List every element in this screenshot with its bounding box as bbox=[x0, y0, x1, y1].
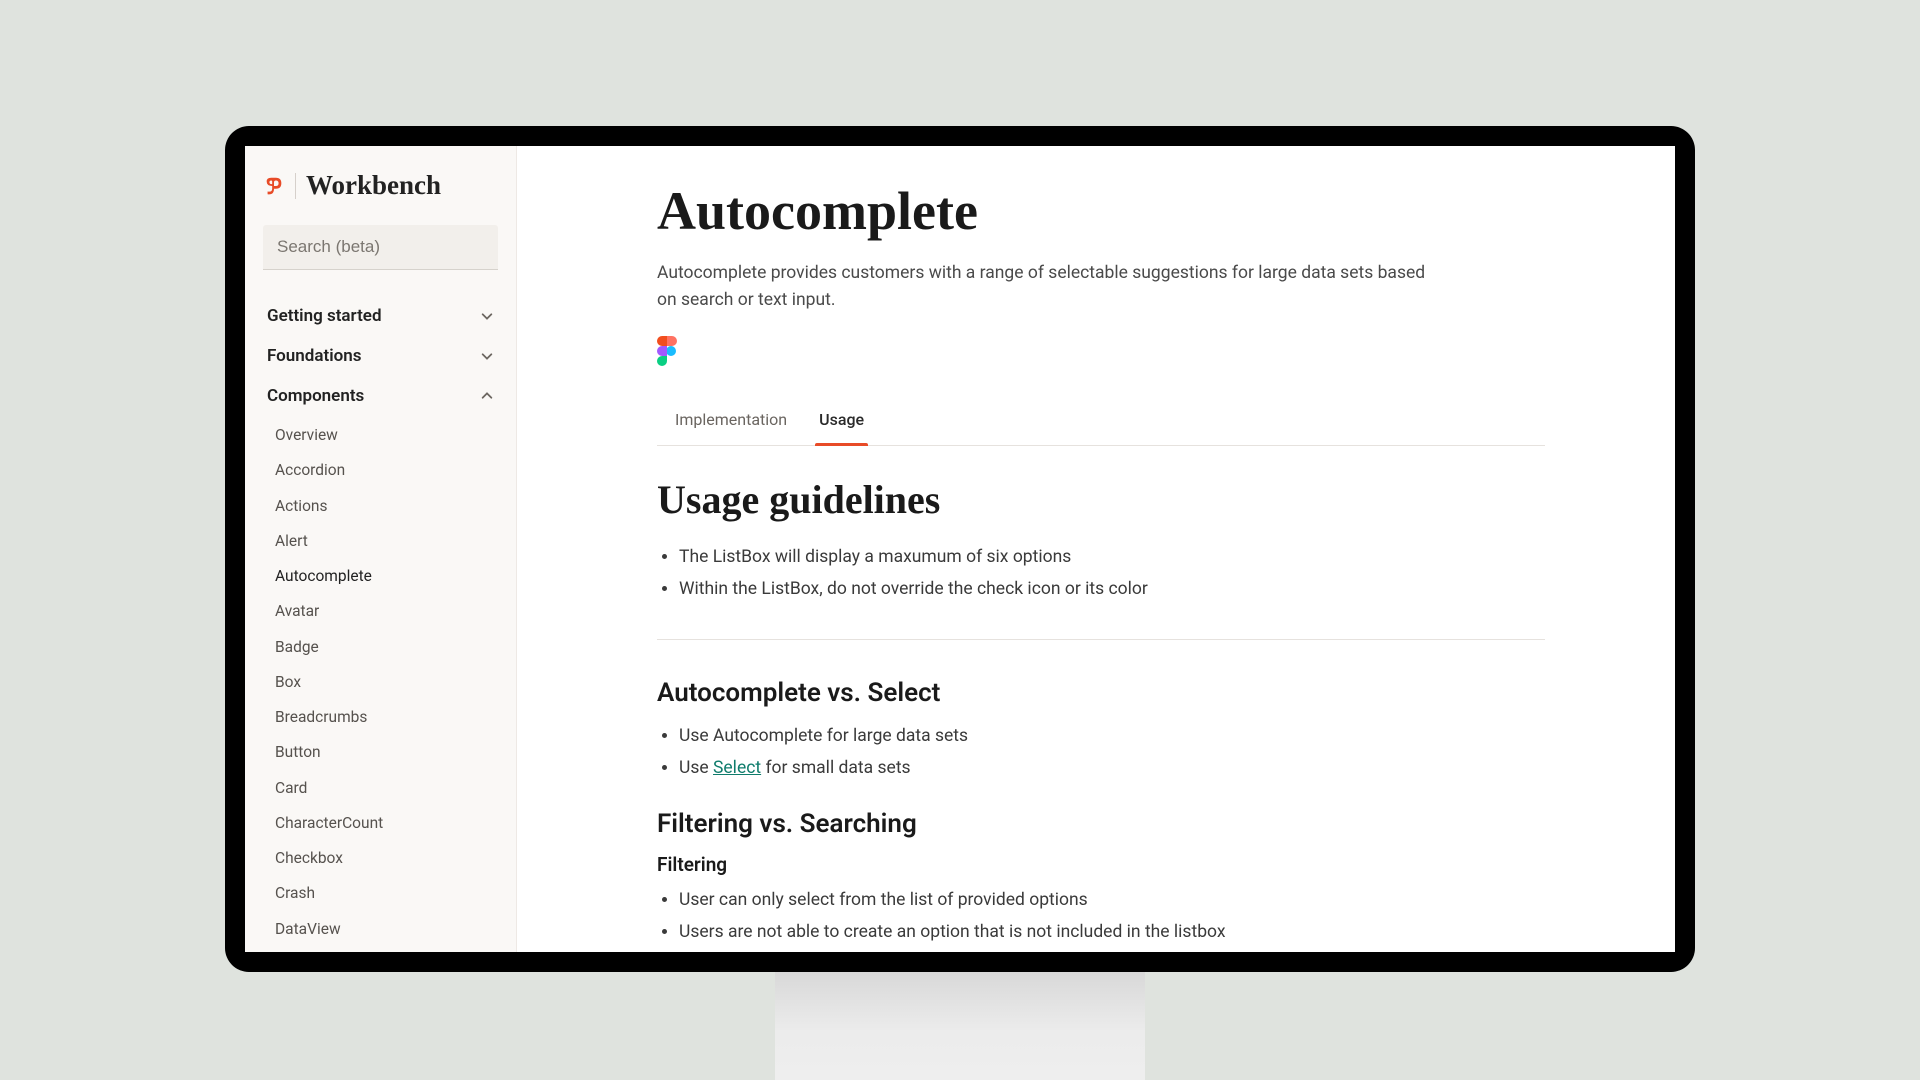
figma-link[interactable] bbox=[657, 336, 677, 370]
chevron-up-icon bbox=[480, 389, 494, 403]
sidebar: Workbench Getting started Foundations bbox=[245, 146, 517, 952]
page-description: Autocomplete provides customers with a r… bbox=[657, 260, 1447, 314]
divider bbox=[657, 639, 1545, 640]
vs-select-heading: Autocomplete vs. Select bbox=[657, 678, 1545, 708]
usage-guidelines-heading: Usage guidelines bbox=[657, 476, 1545, 523]
sidebar-item-accordion[interactable]: Accordion bbox=[245, 453, 516, 488]
monitor-frame: Workbench Getting started Foundations bbox=[225, 126, 1695, 972]
tab-implementation[interactable]: Implementation bbox=[675, 410, 787, 445]
filtering-subheading: Filtering bbox=[657, 853, 1545, 876]
brand[interactable]: Workbench bbox=[245, 170, 516, 225]
main-content: Autocomplete Autocomplete provides custo… bbox=[517, 146, 1675, 952]
nav-section-getting-started[interactable]: Getting started bbox=[245, 296, 516, 336]
monitor-stand bbox=[775, 972, 1145, 1080]
text: for small data sets bbox=[761, 758, 910, 778]
guidelines-list: The ListBox will display a maxumum of si… bbox=[657, 543, 1545, 605]
filter-search-heading: Filtering vs. Searching bbox=[657, 809, 1545, 839]
chevron-down-icon bbox=[480, 349, 494, 363]
screen: Workbench Getting started Foundations bbox=[245, 146, 1675, 952]
sidebar-item-badge[interactable]: Badge bbox=[245, 630, 516, 665]
list-item: Users are not able to create an option t… bbox=[679, 918, 1545, 948]
search-input[interactable] bbox=[263, 225, 498, 270]
sidebar-item-card[interactable]: Card bbox=[245, 771, 516, 806]
sidebar-item-actions[interactable]: Actions bbox=[245, 489, 516, 524]
brand-name: Workbench bbox=[306, 170, 441, 201]
sidebar-item-autocomplete[interactable]: Autocomplete bbox=[245, 559, 516, 594]
list-item: Use Select for small data sets bbox=[679, 754, 1545, 784]
vs-select-list: Use Autocomplete for large data sets Use… bbox=[657, 722, 1545, 784]
sidebar-item-dataview[interactable]: DataView bbox=[245, 912, 516, 947]
chevron-down-icon bbox=[480, 309, 494, 323]
nav-section-foundations[interactable]: Foundations bbox=[245, 336, 516, 376]
figma-icon bbox=[657, 351, 677, 370]
select-link[interactable]: Select bbox=[713, 758, 761, 778]
sidebar-item-avatar[interactable]: Avatar bbox=[245, 594, 516, 629]
nav-section-label: Getting started bbox=[267, 306, 382, 326]
tab-usage[interactable]: Usage bbox=[819, 410, 864, 445]
sidebar-nav: Getting started Foundations Components bbox=[245, 282, 516, 947]
sidebar-item-overview[interactable]: Overview bbox=[245, 418, 516, 453]
sidebar-item-breadcrumbs[interactable]: Breadcrumbs bbox=[245, 700, 516, 735]
brand-separator bbox=[295, 173, 296, 199]
filtering-list: User can only select from the list of pr… bbox=[657, 886, 1545, 948]
sidebar-item-button[interactable]: Button bbox=[245, 735, 516, 770]
list-item: Within the ListBox, do not override the … bbox=[679, 575, 1545, 605]
sidebar-item-charactercount[interactable]: CharacterCount bbox=[245, 806, 516, 841]
brand-logomark-icon bbox=[263, 175, 285, 197]
sidebar-item-alert[interactable]: Alert bbox=[245, 524, 516, 559]
page-title: Autocomplete bbox=[657, 180, 1545, 242]
sidebar-item-checkbox[interactable]: Checkbox bbox=[245, 841, 516, 876]
list-item: User can only select from the list of pr… bbox=[679, 886, 1545, 916]
text: Use bbox=[679, 758, 713, 778]
nav-items-components: OverviewAccordionActionsAlertAutocomplet… bbox=[245, 416, 516, 947]
nav-section-label: Foundations bbox=[267, 346, 361, 366]
tabs: Implementation Usage bbox=[657, 410, 1545, 446]
sidebar-item-crash[interactable]: Crash bbox=[245, 876, 516, 911]
list-item: The ListBox will display a maxumum of si… bbox=[679, 543, 1545, 573]
nav-section-label: Components bbox=[267, 386, 364, 406]
list-item: Use Autocomplete for large data sets bbox=[679, 722, 1545, 752]
nav-section-components[interactable]: Components bbox=[245, 376, 516, 416]
sidebar-item-box[interactable]: Box bbox=[245, 665, 516, 700]
